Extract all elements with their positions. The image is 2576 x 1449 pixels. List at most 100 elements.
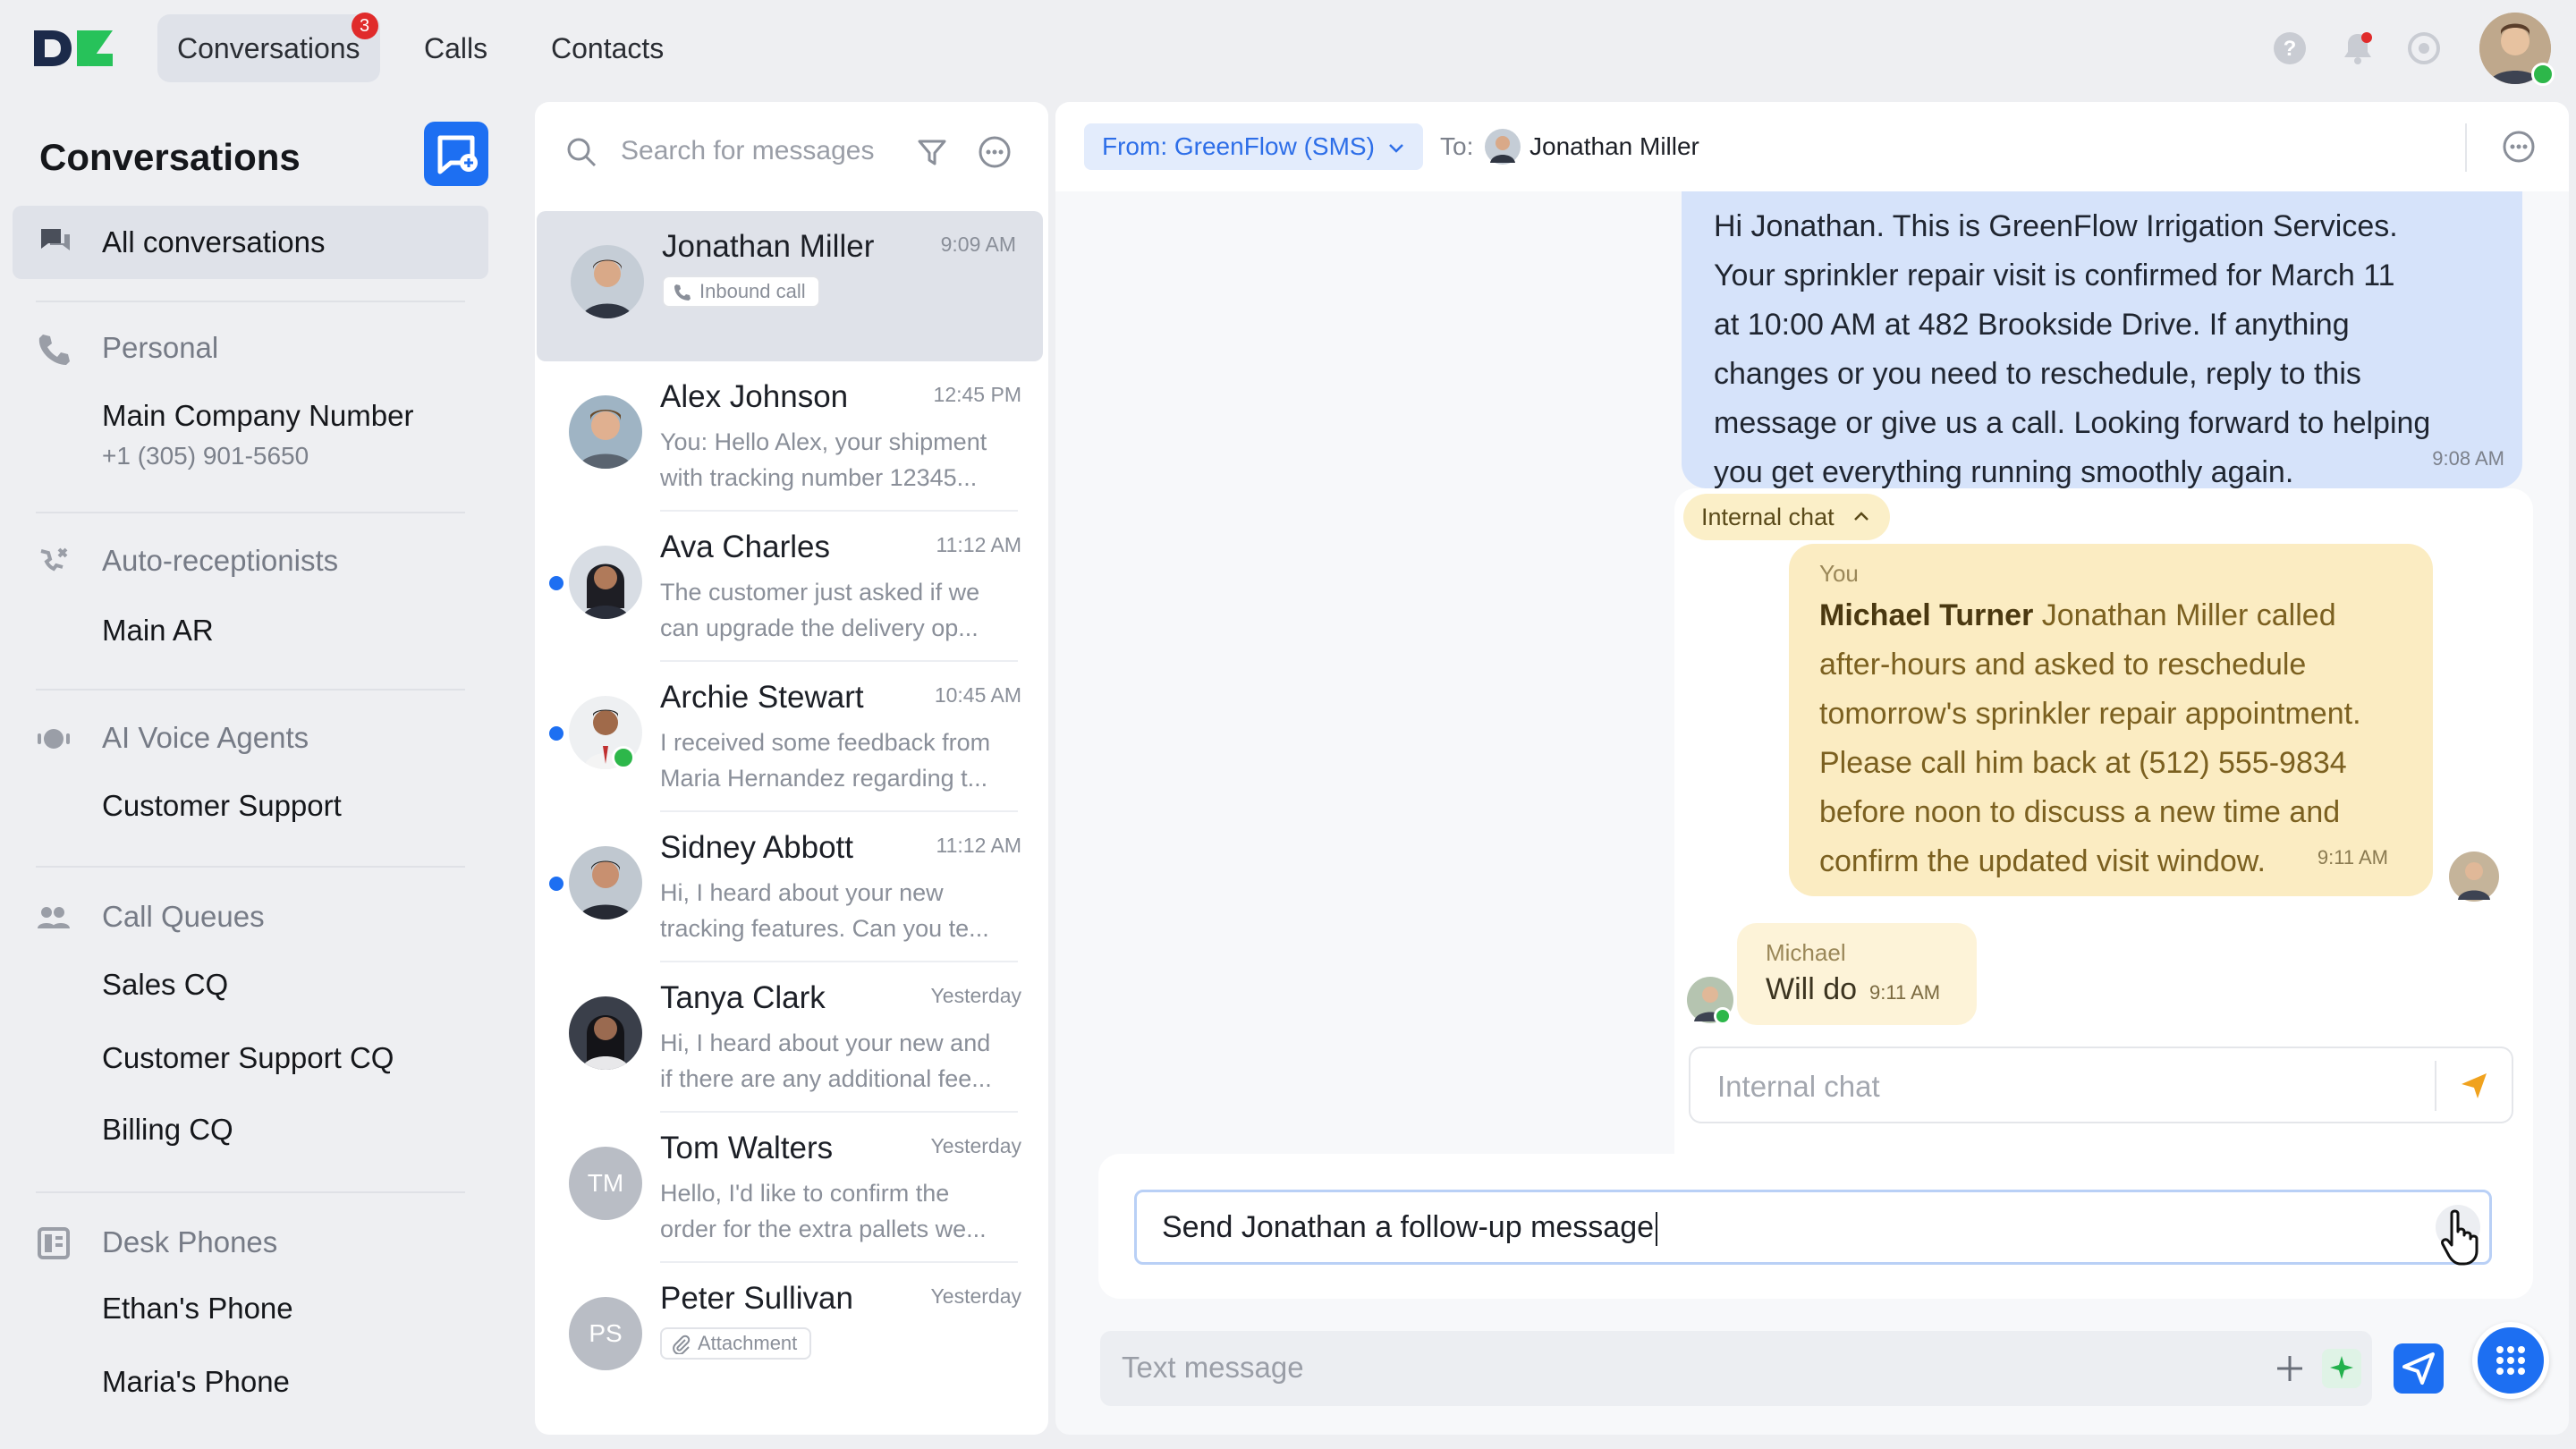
preview-line: The customer just asked if we <box>660 579 980 606</box>
note-line: before noon to discuss a new time and <box>1819 795 2341 829</box>
preview-line: with tracking number 12345... <box>660 464 978 491</box>
divider <box>36 301 465 302</box>
attachment-chip: Attachment <box>660 1327 812 1360</box>
chip-label: Inbound call <box>699 280 806 302</box>
sidebar-item-sales-cq[interactable]: Sales CQ <box>102 968 228 1002</box>
ai-sparkle-icon[interactable] <box>2322 1349 2361 1388</box>
conversation-item-ava-charles[interactable]: Ava Charles 11:12 AM The customer just a… <box>535 512 1048 662</box>
unread-badge: 3 <box>351 13 378 39</box>
section-heading-call-queues: Call Queues <box>102 900 265 933</box>
top-bar: Conversations 3 Calls Contacts ? <box>0 0 2576 97</box>
preview-line: order for the extra pallets we... <box>660 1216 987 1242</box>
ai-agent-icon <box>38 729 70 749</box>
text-caret <box>1656 1212 1658 1247</box>
contact-name: Sidney Abbott <box>660 830 853 865</box>
chat-panel: From: GreenFlow (SMS) To: Jonathan Mille… <box>1055 102 2569 1435</box>
from-selector[interactable]: From: GreenFlow (SMS) <box>1084 123 1423 170</box>
conversation-item-alex-johnson[interactable]: Alex Johnson 12:45 PM You: Hello Alex, y… <box>535 361 1048 512</box>
message-time: 10:45 AM <box>934 683 1021 707</box>
message-time: 9:11 AM <box>2317 846 2388 869</box>
unread-dot <box>549 726 564 741</box>
phone-icon <box>38 335 70 365</box>
sidebar-item-main-company-number[interactable]: Main Company Number <box>102 399 413 433</box>
sms-line: Hi Jonathan. This is GreenFlow Irrigatio… <box>1714 209 2398 243</box>
send-button[interactable] <box>2394 1343 2444 1394</box>
sms-compose-input[interactable]: Text message <box>1122 1351 1304 1385</box>
reply-message: Will do <box>1766 972 1858 1006</box>
internal-chat-label: Internal chat <box>1701 504 1835 530</box>
preview-line: tracking features. Can you te... <box>660 915 989 942</box>
new-message-icon <box>437 135 478 174</box>
section-heading-personal: Personal <box>102 331 219 364</box>
preview-line: Hello, I'd like to confirm the <box>660 1180 950 1207</box>
conversation-item-tanya-clark[interactable]: Tanya Clark Yesterday Hi, I heard about … <box>535 962 1048 1113</box>
conversation-item-archie-stewart[interactable]: Archie Stewart 10:45 AM I received some … <box>535 662 1048 812</box>
section-heading-ai-voice-agents: AI Voice Agents <box>102 721 309 754</box>
more-options-icon[interactable] <box>2501 129 2537 165</box>
message-preview: Hello, I'd like to confirm the order for … <box>660 1175 1018 1247</box>
sidebar-item-billing-cq[interactable]: Billing CQ <box>102 1113 233 1147</box>
avatar <box>569 846 642 919</box>
sidebar-item-customer-support-cq[interactable]: Customer Support CQ <box>102 1041 394 1075</box>
more-options-icon[interactable] <box>977 134 1013 170</box>
section-heading-auto-receptionists: Auto-receptionists <box>102 544 339 577</box>
conversation-item-jonathan-miller[interactable]: Jonathan Miller 9:09 AM Inbound call <box>537 211 1043 361</box>
plus-icon[interactable] <box>2274 1352 2306 1385</box>
preview-line: can upgrade the delivery op... <box>660 614 979 641</box>
tab-calls[interactable]: Calls <box>404 14 507 82</box>
ai-prompt-card: Send Jonathan a follow-up message <box>1098 1154 2533 1299</box>
sidebar-item-all-conversations[interactable]: All conversations <box>13 206 488 279</box>
tab-conversations[interactable]: Conversations 3 <box>157 13 380 82</box>
chevron-down-icon <box>1388 144 1403 153</box>
preview-line: Hi, I heard about your new and <box>660 1030 991 1056</box>
chip-label: Attachment <box>698 1332 798 1354</box>
sms-line: at 10:00 AM at 482 Brookside Drive. If a… <box>1714 308 2350 342</box>
conversation-item-tom-walters[interactable]: TM Tom Walters Yesterday Hello, I'd like… <box>535 1113 1048 1263</box>
message-preview: Hi, I heard about your new tracking featu… <box>660 875 1018 946</box>
settings-icon[interactable] <box>2406 30 2442 66</box>
search-input[interactable]: Search for messages <box>621 136 874 166</box>
ai-prompt-input[interactable]: Send Jonathan a follow-up message <box>1134 1190 2492 1266</box>
sidebar-item-main-ar[interactable]: Main AR <box>102 614 214 648</box>
send-internal-icon[interactable] <box>2456 1068 2492 1104</box>
notification-bell-icon[interactable] <box>2340 30 2376 66</box>
filter-icon[interactable] <box>916 136 948 168</box>
internal-chat-toggle[interactable]: Internal chat <box>1683 494 1890 540</box>
sidebar-item-marias-phone[interactable]: Maria's Phone <box>102 1365 290 1399</box>
contact-name: Alex Johnson <box>660 379 849 414</box>
chevron-up-icon <box>1853 512 1868 521</box>
internal-chat-input[interactable]: Internal chat <box>1689 1046 2513 1123</box>
sidebar-item-label: All conversations <box>102 225 326 258</box>
chat-header: From: GreenFlow (SMS) To: Jonathan Mille… <box>1055 102 2569 191</box>
message-time: 9:11 AM <box>1869 981 1941 1004</box>
note-author-avatar <box>2449 852 2499 902</box>
message-time: Yesterday <box>930 1134 1021 1157</box>
message-preview: You: Hello Alex, your shipment with track… <box>660 424 1018 496</box>
conversation-item-peter-sullivan[interactable]: PS Peter Sullivan Yesterday Attachment <box>535 1263 1048 1413</box>
contact-name: Tom Walters <box>660 1131 834 1165</box>
new-conversation-button[interactable] <box>424 122 488 186</box>
dialpad-button[interactable] <box>2472 1322 2549 1399</box>
avatar-initials: PS <box>569 1297 642 1370</box>
app-logo[interactable] <box>32 27 114 70</box>
avatar <box>569 395 642 469</box>
preview-line: if there are any additional fee... <box>660 1065 992 1092</box>
help-icon[interactable]: ? <box>2272 30 2308 66</box>
note-line: tomorrow's sprinkler repair appointment. <box>1819 697 2361 731</box>
sidebar-item-ethans-phone[interactable]: Ethan's Phone <box>102 1292 293 1326</box>
desk-phone-icon <box>38 1227 70 1259</box>
recipient-avatar <box>1485 129 1521 165</box>
queue-icon <box>38 907 70 928</box>
reply-text: Will do 9:11 AM <box>1766 972 1948 1007</box>
internal-reply-bubble: Michael Will do 9:11 AM <box>1737 923 1977 1025</box>
tab-calls-label: Calls <box>424 32 488 64</box>
message-time: Yesterday <box>930 1284 1021 1308</box>
tab-contacts[interactable]: Contacts <box>531 14 683 82</box>
conversation-item-sidney-abbott[interactable]: Sidney Abbott 11:12 AM Hi, I heard about… <box>535 812 1048 962</box>
mention[interactable]: Michael Turner <box>1819 598 2033 632</box>
contact-name: Jonathan Miller <box>662 229 875 264</box>
sidebar-item-customer-support[interactable]: Customer Support <box>102 789 342 823</box>
divider <box>2465 123 2467 172</box>
sms-compose-bar[interactable]: Text message <box>1100 1331 2372 1406</box>
recipient-name[interactable]: Jonathan Miller <box>1530 132 1699 161</box>
